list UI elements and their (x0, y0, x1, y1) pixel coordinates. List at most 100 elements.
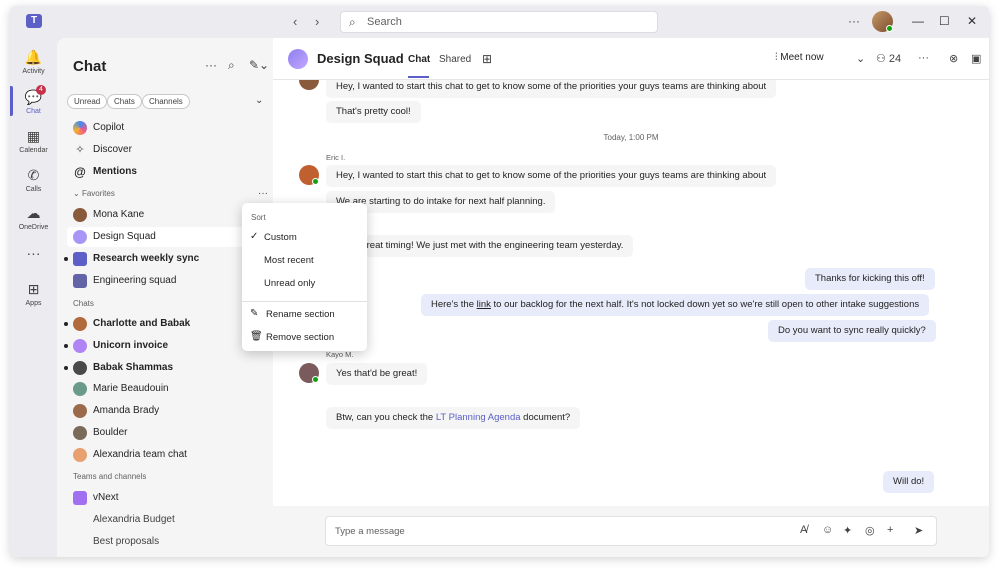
copilot-icon (73, 121, 87, 135)
chat-list-panel: Chat ··· ⌕ ✎⌄ Unread Chats Channels ⌄ Co… (57, 38, 273, 557)
chat-item-engineering-squad[interactable]: Engineering squad (67, 271, 267, 291)
chat-item-boulder[interactable]: Boulder (67, 423, 267, 443)
rename-section[interactable]: ✎ Rename section (242, 304, 367, 326)
message-bubble[interactable]: Hey, I wanted to start this chat to get … (326, 165, 777, 187)
message-bubble[interactable]: Btw, can you check the LT Planning Agend… (326, 407, 581, 429)
message-composer[interactable]: Type a message A̸ ☺ ✦ ◎ + ➤ (325, 516, 937, 546)
pinned-discover[interactable]: ✧ Discover (67, 140, 267, 160)
new-chat-icon[interactable]: ✎⌄ (249, 58, 269, 72)
avatar (73, 339, 87, 353)
emoji-icon[interactable]: ☺ (822, 524, 833, 536)
add-tab-icon[interactable]: ⊞ (482, 52, 492, 66)
chat-item-charlotte-and-babak[interactable]: Charlotte and Babak (64, 314, 267, 334)
sort-most-recent[interactable]: Most recent (242, 250, 367, 272)
group-name: Design Squad (317, 51, 404, 66)
remove-section[interactable]: 🗑 Remove section (242, 327, 367, 349)
chevron-down-icon[interactable]: ⌄ (255, 95, 263, 106)
favorites-header[interactable]: ⌄ Favorites (73, 189, 115, 198)
sort-unread-only[interactable]: Unread only (242, 273, 367, 295)
more-options-icon[interactable]: ··· (848, 14, 860, 28)
rail-apps[interactable]: ⊞ Apps (10, 280, 57, 307)
document-link[interactable]: LT Planning Agenda (436, 412, 521, 423)
chat-item-design-squad[interactable]: Design Squad (67, 227, 267, 247)
pinned-copilot[interactable]: Copilot (67, 118, 267, 138)
message-bubble-own[interactable]: Will do! (883, 471, 935, 493)
presence-indicator (886, 25, 893, 32)
conversation-pane: Design Squad Chat Shared ⊞ ⫶ Meet now ⌄ … (273, 38, 989, 557)
avatar (73, 404, 87, 418)
search-icon[interactable]: ⌕ (228, 58, 235, 73)
message-bubble-own[interactable]: Do you want to sync really quickly? (768, 320, 936, 342)
rail-calls[interactable]: ✆ Calls (10, 166, 57, 193)
rail-chat[interactable]: 💬 4 Chat (10, 85, 57, 115)
channel-item-alexandria-budget[interactable]: Alexandria Budget (67, 510, 267, 530)
app-rail: 🔔 Activity 💬 4 Chat ▦ Calendar ✆ Calls ☁… (10, 38, 57, 557)
rail-calendar[interactable]: ▦ Calendar (10, 127, 57, 154)
send-icon[interactable]: ➤ (914, 524, 923, 537)
maximize-icon[interactable]: ☐ (939, 14, 950, 28)
add-icon[interactable]: + (887, 524, 893, 536)
format-icon[interactable]: A̸ (800, 524, 807, 536)
unread-dot (64, 344, 68, 348)
avatar (73, 448, 87, 462)
chat-item-mona-kane[interactable]: Mona Kane (67, 205, 267, 225)
message-bubble[interactable]: That's pretty cool! (326, 101, 421, 123)
copilot-icon[interactable]: ⊗ (949, 52, 958, 65)
chat-item-amanda-brady[interactable]: Amanda Brady (67, 401, 267, 421)
message-bubble[interactable]: Yes that'd be great! (326, 363, 428, 385)
tab-chat[interactable]: Chat (408, 54, 430, 65)
filter-unread[interactable]: Unread (67, 94, 108, 109)
message-bubble[interactable]: niela, great timing! We just met with th… (326, 235, 634, 257)
favorites-more-icon[interactable]: ··· (258, 188, 268, 199)
backlog-link[interactable]: link (477, 299, 491, 310)
pinned-mentions[interactable]: @ Mentions (67, 162, 267, 182)
sort-custom[interactable]: ✓ Custom (242, 227, 367, 249)
chat-item-marie-beaudouin[interactable]: Marie Beaudouin (67, 379, 267, 399)
profile-avatar[interactable] (872, 11, 893, 32)
search-box[interactable]: ⌕ Search (340, 11, 658, 33)
rail-activity[interactable]: 🔔 Activity (10, 48, 57, 75)
meet-now-button[interactable]: ⫶ Meet now (775, 52, 824, 63)
sticker-icon[interactable]: ✦ (843, 524, 852, 537)
avatar (73, 252, 87, 266)
date-separator: Today, 1:00 PM (603, 133, 659, 142)
filter-chats[interactable]: Chats (107, 94, 142, 109)
teams-logo: T (26, 14, 42, 28)
participants-button[interactable]: ⚇ 24 (876, 52, 901, 65)
phone-icon: ✆ (27, 167, 40, 183)
tab-shared[interactable]: Shared (439, 54, 471, 65)
avatar (73, 382, 87, 396)
chat-item-unicorn-invoice[interactable]: Unicorn invoice (64, 336, 267, 356)
more-options-icon[interactable]: ··· (918, 52, 929, 64)
filter-channels[interactable]: Channels (142, 94, 190, 109)
chat-item-research-weekly-sync[interactable]: Research weekly sync (64, 249, 267, 269)
chats-header: Chats (73, 299, 94, 308)
rail-onedrive[interactable]: ☁ OneDrive (10, 204, 57, 231)
more-options-icon[interactable]: ··· (205, 58, 217, 72)
sort-menu: Sort ✓ Custom Most recent Unread only ✎ … (242, 203, 367, 351)
channel-item-best-proposals[interactable]: Best proposals (67, 532, 267, 552)
message-bubble[interactable]: Hey, I wanted to start this chat to get … (326, 80, 777, 98)
message-bubble-own[interactable]: Here's the link to our backlog for the n… (421, 294, 930, 316)
message-timeline: Hey, I wanted to start this chat to get … (273, 80, 989, 506)
chat-item-babak-shammas[interactable]: Babak Shammas (64, 358, 267, 378)
forward-arrow-icon[interactable]: › (315, 14, 319, 29)
message-bubble-own[interactable]: Thanks for kicking this off! (805, 268, 935, 290)
rail-more[interactable]: ··· (10, 244, 57, 262)
loop-icon[interactable]: ◎ (865, 524, 875, 537)
chat-item-alexandria-team-chat[interactable]: Alexandria team chat (67, 445, 267, 465)
chevron-down-icon[interactable]: ⌄ (856, 52, 865, 65)
team-item-vnext[interactable]: vNext (67, 488, 267, 508)
teams-header: Teams and channels (73, 472, 147, 481)
minimize-icon[interactable]: — (912, 14, 924, 28)
mention-icon: @ (74, 165, 86, 179)
close-icon[interactable]: ✕ (967, 14, 977, 28)
cloud-icon: ☁ (26, 205, 41, 221)
sender-name: Kayo M. (326, 350, 354, 359)
menu-divider (242, 301, 367, 302)
back-arrow-icon[interactable]: ‹ (293, 14, 297, 29)
search-placeholder: Search (367, 16, 402, 28)
team-icon (73, 491, 87, 505)
side-panel-icon[interactable]: ▣ (971, 52, 981, 65)
unread-dot (64, 322, 68, 326)
